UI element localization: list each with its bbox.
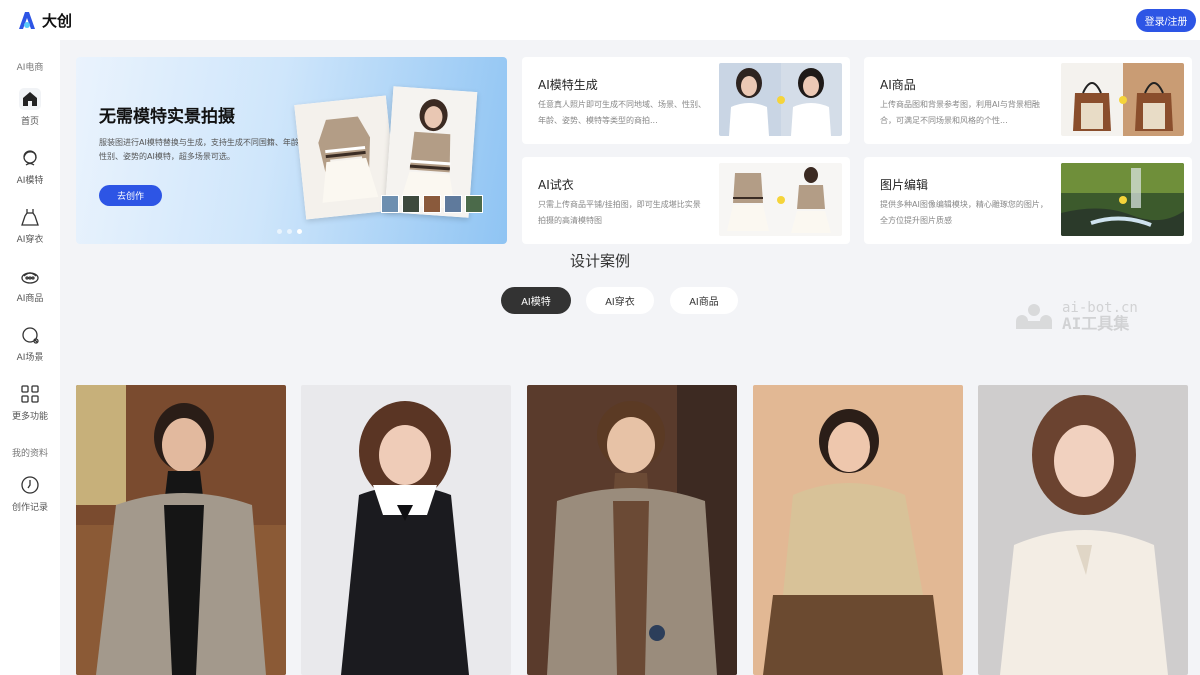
case-image[interactable] (753, 385, 963, 675)
sidebar-item-label: AI场景 (16, 353, 44, 363)
arrow-icon (777, 196, 785, 204)
scene-thumbnails (381, 195, 483, 213)
tab-ai-model[interactable]: AI模特 (501, 287, 571, 314)
arrow-icon (777, 96, 785, 104)
feature-image (1061, 163, 1184, 236)
feature-title: AI试衣 (538, 178, 574, 192)
feature-card-ai-model[interactable]: AI模特生成 任意真人照片即可生成不同地域、场景、性别、年龄、姿势、模特等类型的… (522, 57, 850, 144)
feature-title: AI模特生成 (538, 78, 598, 92)
sidebar-section-ai: AI电商 (16, 63, 44, 73)
watermark-line2: AI工具集 (1062, 314, 1130, 333)
carousel-dots (277, 229, 302, 234)
hero-title: 无需模特实景拍摄 (99, 107, 235, 127)
sidebar-item-ai-model[interactable]: AI模特 (0, 147, 60, 197)
sidebar-item-label: AI商品 (16, 294, 44, 304)
sidebar-item-ai-scene[interactable]: AI场景 (0, 324, 60, 374)
sidebar-item-home[interactable]: 首页 (0, 88, 60, 138)
logo-text: 大创 (42, 11, 73, 30)
sidebar-item-history[interactable]: 创作记录 (0, 474, 60, 524)
sidebar-item-more[interactable]: 更多功能 (0, 383, 60, 433)
carousel-dot-active[interactable] (297, 229, 302, 234)
logo[interactable]: 大创 (16, 9, 72, 31)
carousel-dot[interactable] (277, 229, 282, 234)
tab-ai-dressing[interactable]: AI穿衣 (586, 287, 654, 314)
dress-icon (19, 206, 41, 228)
feature-title: AI商品 (880, 78, 916, 92)
sidebar-section-mine: 我的资料 (11, 449, 48, 459)
sidebar-item-label: 首页 (20, 117, 39, 127)
feature-description: 提供多种AI图像编辑模块，精心雕琢您的图片，全方位提升图片质感 (880, 200, 1048, 225)
sidebar-item-label: 更多功能 (11, 412, 48, 422)
feature-image (1061, 63, 1184, 136)
tab-ai-product[interactable]: AI商品 (670, 287, 738, 314)
case-image[interactable] (527, 385, 737, 675)
feature-title: 图片编辑 (880, 178, 929, 192)
feature-description: 上传商品图和背景参考图，利用AI与背景相融合，可满足不同场景和风格的个性... (880, 100, 1040, 125)
hero-description: 服装图进行AI模特替换与生成，支持生成不同国籍、年龄、性别、姿势的AI模特，超多… (99, 138, 307, 161)
watermark: ai-bot.cn AI工具集 (1012, 300, 1138, 332)
feature-card-ai-product[interactable]: AI商品 上传商品图和背景参考图，利用AI与背景相融合，可满足不同场景和风格的个… (864, 57, 1192, 144)
clock-icon (19, 474, 41, 496)
watermark-logo-icon (1016, 304, 1052, 329)
sidebar: AI电商 首页 AI模特 AI穿衣 AI商品 AI场景 更多功能 我的资料 创作… (0, 40, 60, 675)
model-face-icon (19, 147, 41, 169)
feature-description: 任意真人照片即可生成不同地域、场景、性别、年龄、姿势、模特等类型的商拍... (538, 100, 706, 125)
carousel-dot[interactable] (287, 229, 292, 234)
feature-image (719, 63, 842, 136)
feature-card-image-edit[interactable]: 图片编辑 提供多种AI图像编辑模块，精心雕琢您的图片，全方位提升图片质感 (864, 157, 1192, 244)
feature-card-ai-try-on[interactable]: AI试衣 只需上传商品平铺/挂拍图，即可生成堪比实景拍摄的高清模特图 (522, 157, 850, 244)
arrow-icon (1119, 196, 1127, 204)
sidebar-item-ai-product[interactable]: AI商品 (0, 265, 60, 315)
sidebar-item-label: AI穿衣 (16, 235, 44, 245)
home-icon (19, 88, 41, 110)
hero-banner[interactable]: 无需模特实景拍摄 服装图进行AI模特替换与生成，支持生成不同国籍、年龄、性别、姿… (76, 57, 507, 244)
login-register-button[interactable]: 登录/注册 (1136, 9, 1196, 32)
feature-description: 只需上传商品平铺/挂拍图，即可生成堪比实景拍摄的高清模特图 (538, 200, 701, 225)
case-image[interactable] (978, 385, 1188, 675)
top-bar: 大创 登录/注册 (0, 0, 1200, 40)
feature-image (719, 163, 842, 236)
grid-icon (19, 383, 41, 405)
main-content: 无需模特实景拍摄 服装图进行AI模特替换与生成，支持生成不同国籍、年龄、性别、姿… (60, 40, 1200, 675)
arrow-icon (1119, 96, 1127, 104)
case-image[interactable] (76, 385, 286, 675)
scene-icon (19, 324, 41, 346)
section-title: 设计案例 (569, 252, 630, 270)
sidebar-item-label: AI模特 (16, 176, 44, 186)
go-create-button[interactable]: 去创作 (99, 185, 162, 206)
sidebar-item-ai-dressing[interactable]: AI穿衣 (0, 206, 60, 256)
case-image[interactable] (301, 385, 511, 675)
sidebar-item-label: 创作记录 (11, 503, 48, 513)
logo-icon (19, 12, 35, 29)
